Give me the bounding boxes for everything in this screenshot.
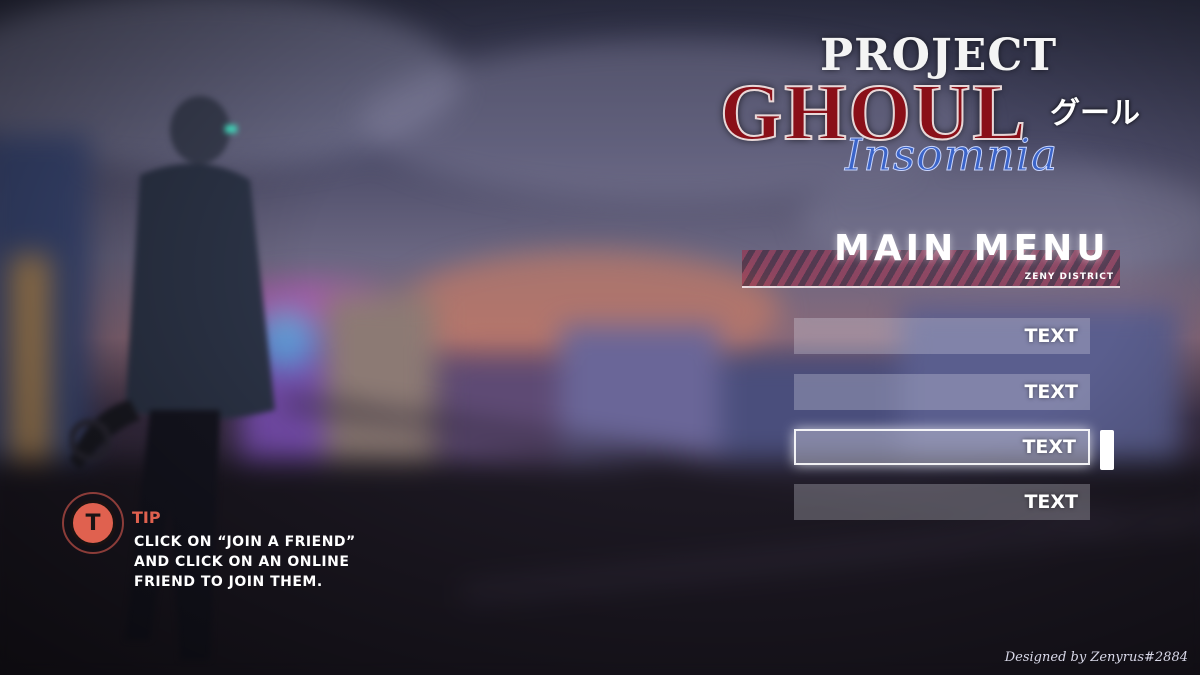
tip-panel: T TIP CLICK ON “JOIN A FRIEND” AND CLICK… — [62, 490, 402, 600]
tip-body: CLICK ON “JOIN A FRIEND” AND CLICK ON AN… — [134, 532, 404, 592]
tip-line: FRIEND TO JOIN THEM. — [134, 574, 323, 590]
menu-button-label: TEXT — [1024, 381, 1078, 403]
menu-button-4[interactable]: TEXT — [794, 484, 1090, 520]
tip-line: AND CLICK ON AN ONLINE — [134, 554, 350, 570]
menu-button-label: TEXT — [1024, 491, 1078, 513]
tip-line: CLICK ON “JOIN A FRIEND” — [134, 534, 356, 550]
district-subtitle: ZENY DISTRICT — [1024, 272, 1114, 282]
menu-button-label: TEXT — [1022, 436, 1076, 458]
main-menu-header: MAIN MENU ZENY DISTRICT — [742, 228, 1122, 290]
menu-button-label: TEXT — [1024, 325, 1078, 347]
selection-indicator — [1100, 430, 1114, 470]
logo-kana-text: グール — [1050, 96, 1140, 131]
tip-key-icon: T — [70, 500, 116, 546]
main-menu-title: MAIN MENU — [834, 228, 1110, 269]
game-logo: PROJECT GHOUL グール Insomnia — [719, 30, 1160, 190]
menu-button-1[interactable]: TEXT — [794, 318, 1090, 354]
menu-button-3-selected[interactable]: TEXT — [794, 429, 1090, 465]
designer-credit: Designed by Zenyrus#2884 — [1004, 650, 1188, 665]
logo-insomnia-text: Insomnia — [844, 130, 1059, 182]
tip-label: TIP — [132, 508, 161, 527]
menu-button-2[interactable]: TEXT — [794, 374, 1090, 410]
main-menu-screen: PROJECT GHOUL グール Insomnia MAIN MENU ZEN… — [0, 0, 1200, 675]
